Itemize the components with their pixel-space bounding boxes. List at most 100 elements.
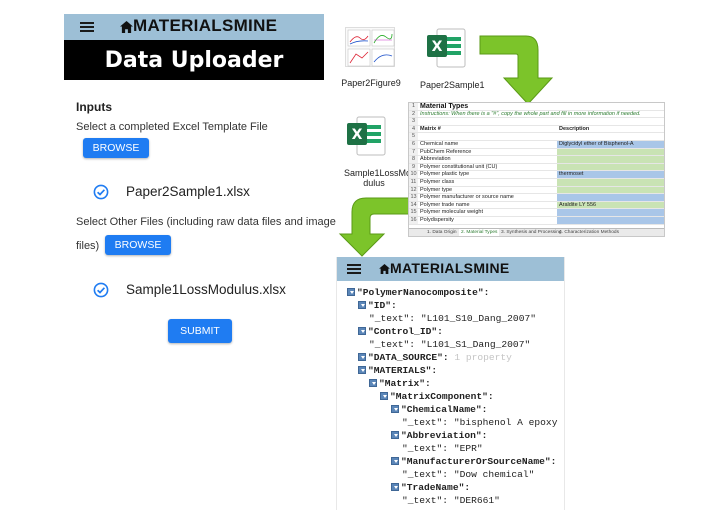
sheet-tab[interactable]: 1. Data Origin (425, 229, 459, 236)
sheet-row: 3 (409, 118, 664, 126)
json-tree-node[interactable]: "ManufacturerOrSourceName": (391, 456, 556, 467)
expand-toggle-icon[interactable] (380, 392, 388, 400)
sheet-row-number: 10 (409, 171, 418, 178)
sheet-tab[interactable]: 3. Synthesis and Processing (499, 229, 564, 236)
sheet-row-number: 1 (409, 103, 418, 110)
sheet-cell-label[interactable]: Polydispersity (420, 217, 454, 224)
other-files-prompt: Select Other Files (including raw data f… (76, 216, 336, 228)
sheet-tab[interactable]: 2. Material Types (459, 229, 500, 236)
curved-arrow-icon (479, 35, 554, 105)
sheet-cell-value[interactable]: Diglycidyl ether of Bisphenol-A (557, 141, 664, 148)
json-tree-node[interactable]: "ID": (358, 300, 397, 311)
sheet-row-number: 13 (409, 194, 418, 201)
sheet-cell-label[interactable]: Polymer trade name (420, 202, 470, 209)
sheet-row: 2 Instructions: When there is a "#", copy… (409, 110, 664, 119)
sheet-cell-label[interactable]: Instructions: When there is a "#", copy … (420, 111, 641, 118)
sheet-cell-value[interactable] (557, 194, 664, 201)
menu-icon[interactable] (80, 22, 94, 32)
json-tree-node[interactable]: "Matrix": (369, 378, 431, 389)
check-circle-icon (93, 184, 109, 200)
sheet-row: 5 (409, 133, 664, 141)
sheet-cell-label[interactable]: Polymer molecular weight (420, 209, 483, 216)
sheet-cell-value[interactable]: thermoset (557, 171, 664, 178)
json-tree-node[interactable]: "ChemicalName": (391, 404, 487, 415)
expand-toggle-icon[interactable] (358, 366, 366, 374)
excel-file-icon[interactable]: X (425, 25, 469, 71)
json-key: "MatrixComponent": (390, 391, 494, 402)
browse-other-files-button[interactable]: BROWSE (105, 235, 171, 255)
json-key: "PolymerNanocomposite": (357, 287, 490, 298)
brand-link[interactable]: MATERIALSMINE (379, 260, 510, 276)
expand-toggle-icon[interactable] (391, 431, 399, 439)
json-value: "L101_S1_Dang_2007" (415, 339, 531, 350)
json-tree-node[interactable]: "Abbreviation": (391, 430, 487, 441)
json-tree-node[interactable]: "PolymerNanocomposite": (347, 287, 489, 298)
sheet-row: 13 Polymer manufacturer or source name (409, 194, 664, 202)
expand-toggle-icon[interactable] (391, 457, 399, 465)
excel-file-icon[interactable]: X (345, 113, 389, 159)
json-tree-node[interactable]: "Control_ID": (358, 326, 443, 337)
sheet-row-number: 11 (409, 179, 418, 186)
expand-toggle-icon[interactable] (347, 288, 355, 296)
sheet-cell-value[interactable] (557, 217, 664, 224)
menu-icon[interactable] (347, 264, 361, 274)
sheet-row-number: 8 (409, 156, 418, 163)
curved-arrow-icon (338, 197, 411, 257)
expand-toggle-icon[interactable] (358, 353, 366, 361)
json-tree-node: "_text": "DER661" (402, 495, 500, 506)
sheet-cell-value[interactable] (557, 148, 664, 156)
sheet-cell-value[interactable] (557, 209, 664, 216)
sheet-row: 6 Chemical name Diglycidyl ether of Bisphe… (409, 141, 664, 149)
submit-button[interactable]: SUBMIT (168, 319, 232, 343)
json-tree-node: "_text": "L101_S1_Dang_2007" (369, 339, 530, 350)
expand-toggle-icon[interactable] (358, 301, 366, 309)
other-files-prompt-cont: files) (76, 240, 100, 252)
sheet-cell-label[interactable]: PubChem Reference (420, 149, 471, 156)
sheet-cell-label[interactable]: Material Types (420, 103, 468, 110)
expand-toggle-icon[interactable] (358, 327, 366, 335)
sheet-cell-label[interactable]: Polymer manufacturer or source name (420, 194, 514, 201)
json-tree-node[interactable]: "MatrixComponent": (380, 391, 494, 402)
sheet-cell-value[interactable] (557, 186, 664, 194)
sheet-cell-value[interactable]: Description (557, 126, 664, 133)
brand-name: MATERIALSMINE (390, 260, 510, 276)
figure-thumbnail[interactable] (345, 27, 395, 67)
sheet-cell-value[interactable] (557, 179, 664, 186)
data-uploader-panel: MATERIALSMINE Data Uploader Inputs Selec… (64, 14, 336, 374)
svg-text:X: X (432, 39, 443, 55)
json-tree-node: "_text": "L101_S10_Dang_2007" (369, 313, 536, 324)
inputs-heading: Inputs (76, 100, 112, 114)
brand-link[interactable]: MATERIALSMINE (120, 16, 277, 36)
sheet-row-number: 6 (409, 141, 418, 148)
sheet-row: 9 Polymer constitutional unit (CU) (409, 163, 664, 172)
sheet-cell-label[interactable]: Polymer class (420, 179, 454, 186)
json-value: "EPR" (448, 443, 483, 454)
sheet-cell-label[interactable]: Polymer constitutional unit (CU) (420, 164, 497, 171)
sheet-cell-label[interactable]: Chemical name (420, 141, 458, 148)
expand-toggle-icon[interactable] (391, 405, 399, 413)
json-tree-node[interactable]: "MATERIALS": (358, 365, 437, 376)
sheet-row-number: 7 (409, 148, 418, 156)
json-tree-node[interactable]: "DATA_SOURCE": 1 property (358, 352, 512, 363)
sheet-row: 8 Abbreviation (409, 156, 664, 164)
sheet-cell-value[interactable] (557, 163, 664, 171)
sheet-cell-label[interactable]: Abbreviation (420, 156, 451, 163)
sheet-cell-value[interactable] (557, 133, 664, 140)
top-nav-bar: MATERIALSMINE (64, 14, 324, 40)
browse-excel-button[interactable]: BROWSE (83, 138, 149, 158)
sheet-cell-value[interactable] (557, 156, 664, 163)
sheet-cell-label[interactable]: Matrix # (420, 126, 441, 133)
sheet-row-number: 4 (409, 125, 418, 133)
sheet-cell-label[interactable]: Polymer type (420, 187, 452, 194)
selected-excel-file: Paper2Sample1.xlsx (126, 184, 250, 199)
sheet-tab[interactable]: 4. Characterization Methods (557, 229, 621, 236)
expand-toggle-icon[interactable] (391, 483, 399, 491)
sheet-cell-value[interactable]: Araldite LY 556 (557, 201, 664, 209)
sheet-row: 7 PubChem Reference (409, 148, 664, 157)
plot-preview-icon (347, 29, 395, 67)
home-icon (120, 20, 133, 33)
sheet-row: 10 Polymer plastic type thermoset (409, 171, 664, 179)
json-tree-node[interactable]: "TradeName": (391, 482, 470, 493)
sheet-cell-label[interactable]: Polymer plastic type (420, 171, 469, 178)
expand-toggle-icon[interactable] (369, 379, 377, 387)
